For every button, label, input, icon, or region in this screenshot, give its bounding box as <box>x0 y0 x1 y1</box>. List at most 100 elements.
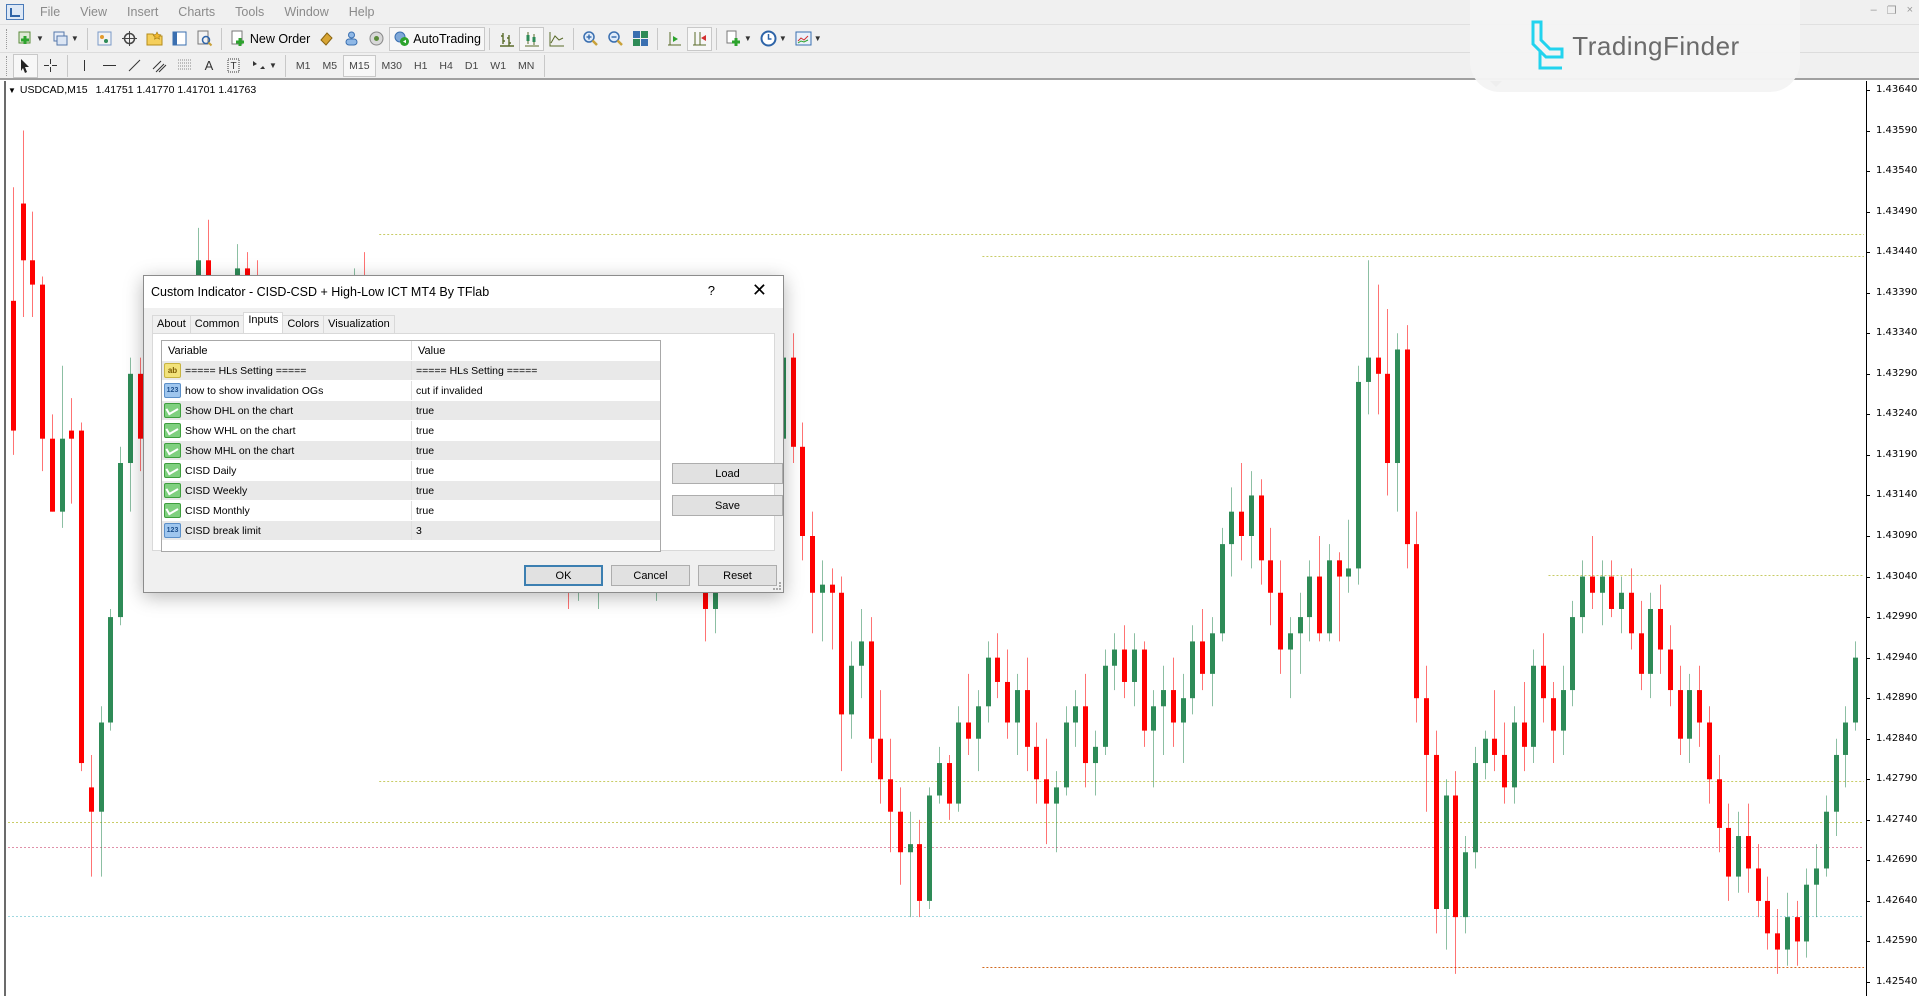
price-axis-label: 1.42890 <box>1876 692 1918 704</box>
dialog-title-bar[interactable]: Custom Indicator - CISD-CSD + High-Low I… <box>144 276 783 308</box>
resize-grip[interactable] <box>773 582 781 590</box>
price-tick <box>1866 495 1870 497</box>
variable-name: CISD Daily <box>185 464 237 477</box>
value-cell[interactable]: true <box>412 401 660 420</box>
custom-indicator-dialog: Custom Indicator - CISD-CSD + High-Low I… <box>143 275 784 593</box>
variable-name: CISD Monthly <box>185 504 250 517</box>
price-axis-label: 1.43440 <box>1876 246 1918 258</box>
price-tick <box>1866 536 1870 537</box>
chart-ohlc: 1.41751 1.41770 1.41701 1.41763 <box>95 84 257 96</box>
variable-name: Show DHL on the chart <box>185 404 294 417</box>
close-icon[interactable]: ✕ <box>752 280 767 301</box>
tab-common[interactable]: Common <box>189 315 245 333</box>
price-tick <box>1866 900 1870 902</box>
price-tick <box>1866 576 1870 578</box>
table-row[interactable]: Show MHL on the chart true <box>162 440 660 460</box>
column-header-variable[interactable]: Variable <box>162 341 412 360</box>
price-axis-label: 1.43590 <box>1876 124 1918 136</box>
tab-about[interactable]: About <box>152 315 191 333</box>
dropdown-triangle-icon[interactable]: ▼ <box>8 86 16 95</box>
price-tick <box>1866 292 1870 294</box>
cancel-button[interactable]: Cancel <box>611 565 690 586</box>
price-axis-label: 1.43190 <box>1876 448 1918 460</box>
save-button[interactable]: Save <box>672 495 783 516</box>
load-button[interactable]: Load <box>672 463 783 484</box>
price-tick <box>1866 819 1870 821</box>
table-row[interactable]: CISD Weekly true <box>162 480 660 500</box>
price-axis-label: 1.42640 <box>1876 894 1918 906</box>
chart-symbol-info: ▼ USDCAD,M15 1.41751 1.41770 1.41701 1.4… <box>8 84 256 96</box>
variable-cell: Show WHL on the chart <box>162 421 412 440</box>
value-cell[interactable]: cut if invalided <box>412 381 660 400</box>
price-axis-label: 1.42540 <box>1876 976 1918 987</box>
variable-cell: Show DHL on the chart <box>162 401 412 420</box>
ok-button[interactable]: OK <box>524 565 603 586</box>
table-row[interactable]: ab ===== HLs Setting ===== ===== HLs Setti… <box>162 360 660 380</box>
price-tick <box>1866 941 1870 943</box>
table-row[interactable]: CISD Daily true <box>162 460 660 480</box>
value-cell[interactable]: true <box>412 421 660 440</box>
table-row[interactable]: 123 CISD break limit 3 <box>162 520 660 540</box>
inputs-panel: Variable Value ab ===== HLs Setting =====… <box>152 333 783 552</box>
price-tick <box>1866 414 1870 416</box>
table-row[interactable]: CISD Monthly true <box>162 500 660 520</box>
price-tick <box>1866 90 1870 91</box>
reset-button[interactable]: Reset <box>698 565 777 586</box>
variable-name: how to show invalidation OGs <box>185 384 324 397</box>
value-cell[interactable]: ===== HLs Setting ===== <box>412 361 660 380</box>
price-axis-label: 1.42990 <box>1876 611 1918 623</box>
tab-colors[interactable]: Colors <box>282 315 325 333</box>
variable-cell: CISD Weekly <box>162 481 412 500</box>
variable-name: CISD Weekly <box>185 484 248 497</box>
value-cell[interactable]: true <box>412 481 660 500</box>
table-row[interactable]: Show WHL on the chart true <box>162 420 660 440</box>
price-tick <box>1866 860 1870 862</box>
table-row[interactable]: 123 how to show invalidation OGs cut if in… <box>162 380 660 400</box>
price-tick <box>1866 252 1870 254</box>
tradingfinder-logo: TradingFinder <box>1470 0 1800 92</box>
variable-cell: ab ===== HLs Setting ===== <box>162 361 412 380</box>
price-axis-label: 1.43290 <box>1876 367 1918 379</box>
price-axis-label: 1.42840 <box>1876 732 1918 744</box>
value-cell[interactable]: true <box>412 441 660 460</box>
price-axis-label: 1.43040 <box>1876 570 1918 582</box>
integer-type-icon: 123 <box>164 523 181 538</box>
price-axis-label: 1.42940 <box>1876 651 1918 663</box>
variable-name: Show WHL on the chart <box>185 424 296 437</box>
variable-name: Show MHL on the chart <box>185 444 295 457</box>
price-axis-label: 1.43540 <box>1876 165 1918 177</box>
price-tick <box>1866 982 1870 983</box>
tab-inputs[interactable]: Inputs <box>243 312 284 333</box>
price-tick <box>1866 211 1870 213</box>
chart-symbol: USDCAD,M15 <box>19 84 88 96</box>
price-axis-line <box>1866 81 1867 996</box>
price-axis-label: 1.43640 <box>1876 84 1918 95</box>
logo-text: TradingFinder <box>1572 30 1740 61</box>
variable-cell: 123 CISD break limit <box>162 521 412 540</box>
value-cell[interactable]: true <box>412 461 660 480</box>
table-body: ab ===== HLs Setting ===== ===== HLs Setti… <box>162 360 660 540</box>
price-tick <box>1866 657 1870 659</box>
help-button[interactable]: ? <box>708 283 715 298</box>
bool-type-icon <box>164 503 181 518</box>
table-row[interactable]: Show DHL on the chart true <box>162 400 660 420</box>
bool-type-icon <box>164 423 181 438</box>
variable-cell: CISD Monthly <box>162 501 412 520</box>
bool-type-icon <box>164 443 181 458</box>
price-axis-label: 1.43390 <box>1876 286 1918 298</box>
value-cell[interactable]: true <box>412 501 660 520</box>
string-type-icon: ab <box>164 363 181 378</box>
price-axis-label: 1.43340 <box>1876 327 1918 339</box>
column-header-value[interactable]: Value <box>412 341 660 360</box>
mt4-terminal: File View Insert Charts Tools Window Hel… <box>0 0 1919 996</box>
bool-type-icon <box>164 483 181 498</box>
price-tick <box>1866 333 1870 335</box>
tab-visualization[interactable]: Visualization <box>323 315 395 333</box>
variable-cell: 123 how to show invalidation OGs <box>162 381 412 400</box>
price-tick <box>1866 617 1870 619</box>
value-cell[interactable]: 3 <box>412 521 660 540</box>
price-tick <box>1866 454 1870 456</box>
price-tick <box>1866 171 1870 173</box>
price-tick <box>1866 373 1870 375</box>
price-axis-label: 1.43090 <box>1876 530 1918 541</box>
